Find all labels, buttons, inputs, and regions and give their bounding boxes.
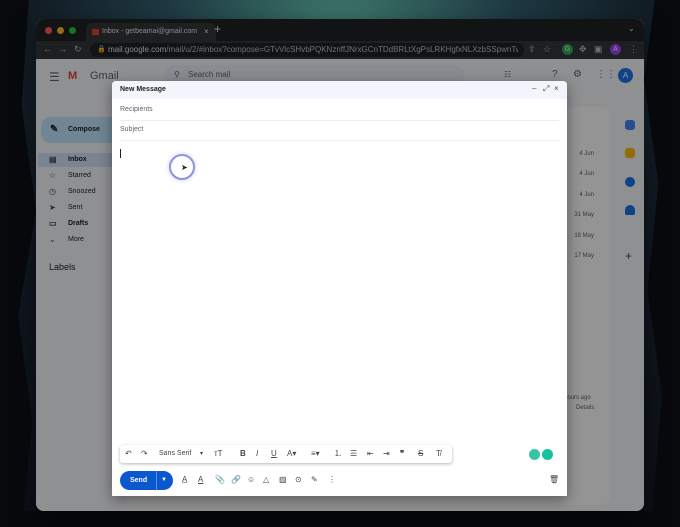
confidential-mode-icon[interactable]: ⊙ (295, 475, 302, 484)
background-tree-right (644, 0, 680, 527)
compose-dialog: New Message – ⤢ × Recipients Subject ➤ ↶… (112, 81, 567, 496)
italic-icon[interactable]: I (256, 445, 258, 463)
insert-photo-icon[interactable]: ▨ (279, 475, 287, 484)
formatting-options-icon[interactable]: A̲ (182, 475, 187, 484)
mouse-pointer-icon: ➤ (181, 163, 188, 172)
attach-file-icon[interactable]: 📎 (215, 475, 225, 484)
send-label: Send (130, 477, 148, 484)
quote-icon[interactable]: ❞ (400, 445, 404, 463)
remove-formatting-icon[interactable]: T̸ (436, 445, 441, 463)
more-options-icon[interactable]: ⋮ (328, 475, 336, 484)
indent-less-icon[interactable]: ⇤ (367, 445, 374, 463)
grammarly-suggestion-icon[interactable] (529, 449, 540, 460)
grammarly-icon[interactable] (542, 449, 553, 460)
text-formatting-icon[interactable]: A (198, 475, 203, 484)
background-ground (0, 511, 680, 527)
font-select[interactable]: Sans Serif (159, 445, 191, 463)
numbered-list-icon[interactable]: ⒈ (334, 445, 342, 463)
formatting-toolbar: ↶ ↷ Sans Serif ▾ тT B I U A▾ ≡▾ ⒈ ☰ ⇤ ⇥ … (120, 445, 452, 463)
font-dropdown-icon[interactable]: ▾ (200, 445, 203, 463)
undo-icon[interactable]: ↶ (125, 445, 132, 463)
recipients-placeholder: Recipients (120, 106, 153, 113)
indent-more-icon[interactable]: ⇥ (383, 445, 390, 463)
strikethrough-icon[interactable]: S (418, 445, 423, 463)
redo-icon[interactable]: ↷ (141, 445, 148, 463)
subject-placeholder: Subject (120, 126, 144, 133)
insert-link-icon[interactable]: 🔗 (231, 475, 241, 484)
text-color-icon[interactable]: A▾ (287, 445, 296, 463)
minimize-icon[interactable]: – (532, 84, 536, 93)
insert-emoji-icon[interactable]: ☺ (247, 475, 255, 484)
send-divider (156, 471, 157, 490)
send-button[interactable]: Send ▼ (120, 471, 173, 490)
subject-field[interactable]: Subject (120, 120, 559, 141)
compose-header: New Message – ⤢ × (112, 81, 567, 99)
bulleted-list-icon[interactable]: ☰ (350, 445, 357, 463)
exit-full-screen-icon[interactable]: ⤢ (543, 84, 549, 94)
message-body[interactable] (120, 143, 559, 439)
bold-icon[interactable]: B (240, 445, 246, 463)
compose-title: New Message (120, 86, 166, 93)
underline-icon[interactable]: U (271, 445, 277, 463)
browser-window: Inbox - getbeamai@gmail.com × + ⌄ ← → ↻ … (36, 19, 644, 511)
insert-signature-icon[interactable]: ✎ (311, 475, 318, 484)
google-drive-icon[interactable]: △ (263, 475, 269, 484)
background-tree-left (0, 0, 36, 527)
text-size-icon[interactable]: тT (214, 445, 223, 463)
recipients-field[interactable]: Recipients (120, 100, 559, 121)
text-caret (120, 149, 121, 158)
close-icon[interactable]: × (554, 84, 559, 93)
align-icon[interactable]: ≡▾ (311, 445, 320, 463)
more-send-options-icon[interactable]: ▼ (161, 471, 167, 490)
discard-draft-icon[interactable]: 🗑 (549, 475, 559, 484)
